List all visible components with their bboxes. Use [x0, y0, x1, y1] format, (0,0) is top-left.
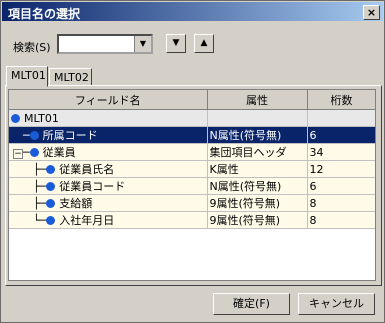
digits-cell: 34 [307, 143, 375, 161]
attribute-cell: 9属性(符号無) [207, 211, 308, 229]
table-row[interactable]: ├─ 従業員氏名 K属性 12 [9, 160, 375, 178]
field-name: 従業員 [42, 146, 76, 159]
digits-cell [307, 109, 375, 127]
collapse-toggle-icon[interactable]: − [13, 149, 23, 159]
attribute-cell: 集団項目ヘッダ [207, 143, 308, 161]
column-header-field[interactable]: フィールド名 [9, 90, 208, 110]
node-dot-icon [46, 182, 56, 191]
field-name-cell: MLT01 [9, 109, 208, 127]
column-header-digits[interactable]: 桁数 [307, 90, 375, 110]
triangle-up-icon: ▲ [200, 38, 208, 48]
attribute-cell [207, 109, 308, 127]
digits-cell: 6 [307, 177, 375, 195]
confirm-button[interactable]: 確定(F) [213, 293, 290, 315]
table-header-row: フィールド名 属性 桁数 [9, 90, 375, 110]
attribute-cell: 9属性(符号無) [207, 194, 308, 212]
chevron-down-icon[interactable]: ▼ [134, 36, 151, 52]
tab-mlt02[interactable]: MLT02 [49, 68, 92, 86]
search-label: 検索(S) [13, 41, 51, 54]
node-dot-icon [29, 131, 39, 140]
title-bar[interactable]: 項目名の選択 × [2, 2, 383, 21]
tab-mlt01[interactable]: MLT01 [6, 66, 48, 87]
field-name-cell: ├─ 従業員コード [9, 177, 208, 195]
node-dot-icon [29, 148, 39, 157]
table-row[interactable]: ├─ 支給額 9属性(符号無) 8 [9, 194, 375, 212]
cancel-button[interactable]: キャンセル [298, 293, 375, 315]
node-dot-icon [46, 199, 56, 208]
node-dot-icon [46, 216, 56, 225]
digits-cell: 6 [307, 126, 375, 144]
search-combobox[interactable]: ▼ [57, 34, 153, 54]
field-name-cell: −─ 従業員 [9, 143, 208, 161]
digits-cell: 12 [307, 160, 375, 178]
dialog-window: 項目名の選択 × 検索(S) ▼ ▼ ▲ MLT01 MLT02 フィールド名 … [0, 0, 385, 323]
close-button[interactable]: × [363, 5, 380, 20]
field-name: MLT01 [24, 111, 59, 125]
column-header-attribute[interactable]: 属性 [207, 90, 308, 110]
field-name: 従業員コード [59, 180, 126, 193]
field-name-cell: ├─ 従業員氏名 [9, 160, 208, 178]
digits-cell: 8 [307, 194, 375, 212]
triangle-down-icon: ▼ [172, 38, 180, 48]
node-dot-icon [46, 165, 56, 174]
attribute-cell: N属性(符号無) [207, 177, 308, 195]
field-name: 支給額 [59, 197, 93, 210]
table-row[interactable]: ├─ 従業員コード N属性(符号無) 6 [9, 177, 375, 195]
field-name-cell: ─ 所属コード [9, 126, 208, 144]
field-name: 所属コード [42, 129, 98, 142]
field-grid: フィールド名 属性 桁数 MLT01 ─ 所属コード N属性(符号無) 6 −─ 従 [8, 89, 376, 281]
search-next-button[interactable]: ▼ [166, 34, 186, 53]
field-name-cell: └─ 入社年月日 [9, 211, 208, 229]
field-name: 従業員氏名 [59, 163, 115, 176]
attribute-cell: K属性 [207, 160, 308, 178]
field-name: 入社年月日 [59, 214, 115, 227]
table-row[interactable]: └─ 入社年月日 9属性(符号無) 8 [9, 211, 375, 229]
field-table: フィールド名 属性 桁数 MLT01 ─ 所属コード N属性(符号無) 6 −─ 従 [9, 90, 375, 229]
attribute-cell: N属性(符号無) [207, 126, 308, 144]
digits-cell: 8 [307, 211, 375, 229]
table-row[interactable]: ─ 所属コード N属性(符号無) 6 [9, 126, 375, 144]
field-name-cell: ├─ 支給額 [9, 194, 208, 212]
window-title: 項目名の選択 [8, 7, 81, 21]
close-icon: × [366, 6, 377, 19]
table-row[interactable]: −─ 従業員 集団項目ヘッダ 34 [9, 143, 375, 161]
search-prev-button[interactable]: ▲ [194, 34, 214, 53]
table-row[interactable]: MLT01 [9, 109, 375, 127]
node-dot-icon [11, 113, 20, 123]
